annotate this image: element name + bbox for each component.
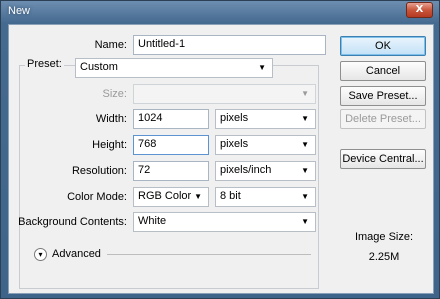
size-select[interactable]: ▼ (133, 84, 316, 104)
width-unit: pixels (220, 112, 249, 124)
height-unit: pixels (220, 138, 249, 150)
expand-circle-icon[interactable]: ▾ (34, 248, 47, 261)
resolution-input[interactable]: 72 (133, 161, 209, 181)
width-input[interactable]: 1024 (133, 109, 209, 129)
name-input[interactable]: Untitled-1 (133, 35, 326, 55)
resolution-unit-select[interactable]: pixels/inch ▼ (215, 161, 316, 181)
chevron-down-icon: ▼ (301, 166, 309, 175)
resolution-label: Resolution: (71, 165, 127, 177)
chevron-down-icon: ▼ (301, 217, 309, 226)
bit-depth-value: 8 bit (220, 190, 241, 202)
width-unit-select[interactable]: pixels ▼ (215, 109, 316, 129)
background-value: White (138, 215, 167, 227)
height-input[interactable]: 768 (133, 135, 209, 155)
size-label: Size: (102, 88, 127, 100)
color-mode-value: RGB Color (138, 190, 192, 202)
chevron-down-icon: ▼ (258, 63, 266, 72)
save-preset-button[interactable]: Save Preset... (340, 86, 426, 106)
delete-preset-button[interactable]: Delete Preset... (340, 109, 426, 129)
chevron-down-icon: ▼ (301, 192, 309, 201)
ok-button[interactable]: OK (340, 36, 426, 56)
bit-depth-select[interactable]: 8 bit ▼ (215, 187, 316, 207)
new-document-dialog: New X Name: Untitled-1 Preset: Custom ▼ … (0, 0, 440, 299)
chevron-down-icon: ▼ (301, 140, 309, 149)
height-unit-select[interactable]: pixels ▼ (215, 135, 316, 155)
chevron-down-icon: ▼ (301, 89, 309, 98)
preset-select[interactable]: Custom ▼ (75, 58, 273, 78)
image-size-label: Image Size: (354, 231, 414, 243)
cancel-button[interactable]: Cancel (340, 61, 426, 81)
background-select[interactable]: White ▼ (133, 212, 316, 232)
advanced-toggle[interactable]: Advanced (52, 248, 101, 260)
width-label: Width: (95, 113, 127, 125)
resolution-unit: pixels/inch (220, 164, 272, 176)
height-label: Height: (92, 139, 127, 151)
preset-label: Preset: (25, 58, 64, 70)
close-button[interactable]: X (406, 2, 433, 18)
advanced-divider (107, 254, 311, 255)
chevron-down-icon: ▼ (194, 192, 202, 201)
image-size-value: 2.25M (368, 251, 400, 263)
color-mode-select[interactable]: RGB Color ▼ (133, 187, 209, 207)
window-title: New (8, 5, 31, 17)
preset-value: Custom (80, 61, 118, 73)
dialog-body: Name: Untitled-1 Preset: Custom ▼ Size: … (8, 24, 434, 294)
color-mode-label: Color Mode: (67, 191, 127, 203)
title-bar[interactable]: New X (1, 1, 440, 23)
chevron-down-icon: ▼ (301, 114, 309, 123)
device-central-button[interactable]: Device Central... (340, 149, 426, 169)
name-label: Name: (94, 39, 127, 51)
close-icon: X (415, 4, 424, 15)
background-label: Background Contents: (18, 216, 127, 228)
